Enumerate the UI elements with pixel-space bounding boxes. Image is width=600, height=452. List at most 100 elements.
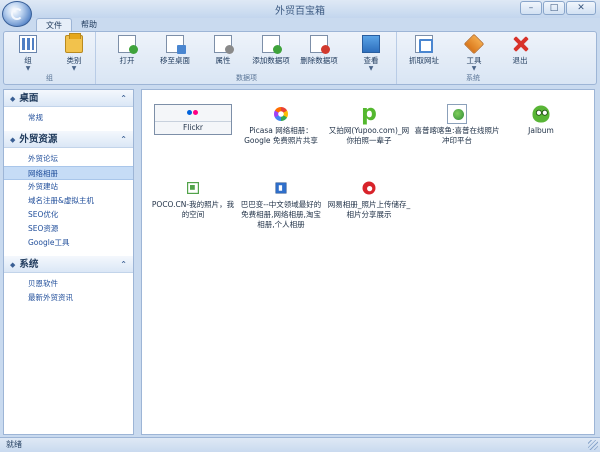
category-button-label: 类别 — [66, 56, 82, 65]
tools-button[interactable]: 工具 ▼ — [452, 33, 496, 72]
list-item-jalbum[interactable]: Jalbum — [498, 104, 584, 136]
category-icon — [65, 33, 83, 53]
group-label-system: 系统 — [466, 74, 480, 82]
category-button[interactable]: 类别 ▼ — [52, 33, 96, 72]
sidebar-item-general[interactable]: 常规 — [4, 111, 133, 125]
group-icon — [19, 35, 37, 53]
sidebar-item-web-albums[interactable]: 网络相册 — [4, 166, 133, 180]
jalbum-icon — [532, 105, 550, 123]
item-label: POCO.CN-我的照片，我的空间 — [151, 200, 235, 219]
add-item-button[interactable]: 添加数据项 — [249, 35, 293, 66]
bababian-icon — [275, 182, 287, 194]
title-bar: 外贸百宝箱 – □ ✕ — [0, 0, 600, 18]
tools-button-label: 工具 — [466, 56, 482, 65]
tab-help[interactable]: 帮助 — [72, 18, 106, 32]
sidebar-section-trade-resources[interactable]: ◆ 外贸资源 ⌃ — [4, 131, 133, 148]
item-label: 又拍网(Yupoo.com)_网你拍照一辈子 — [328, 126, 410, 145]
list-item-flickr[interactable]: Flickr — [154, 104, 232, 135]
main-content: Flickr Picasa 网络相册：Google 免费照片共享 p 又拍网(Y… — [141, 89, 595, 435]
picasa-icon — [274, 107, 288, 121]
view-button[interactable]: 查看 ▼ — [349, 35, 393, 72]
ribbon-group-group: 组 ▼ 类别 ▼ 组 — [4, 32, 96, 84]
list-item-yupoo[interactable]: p 又拍网(Yupoo.com)_网你拍照一辈子 — [326, 103, 412, 146]
fetch-url-icon — [415, 35, 433, 53]
move-to-desktop-label: 移至桌面 — [160, 56, 190, 65]
delete-item-label: 删除数据项 — [300, 56, 338, 65]
properties-label: 属性 — [215, 56, 231, 65]
group-button[interactable]: 组 ▼ — [6, 35, 50, 72]
section-items: 贝恩软件 最新外贸资讯 — [4, 273, 133, 311]
group-label-data-items: 数据项 — [236, 74, 257, 82]
fetch-url-button[interactable]: 抓取网址 — [402, 35, 446, 66]
delete-item-icon — [310, 35, 330, 54]
move-to-desktop-button[interactable]: 移至桌面 — [153, 35, 197, 66]
window-controls: – □ ✕ — [520, 1, 596, 15]
sidebar-item-forum[interactable]: 外贸论坛 — [4, 152, 133, 166]
properties-icon — [214, 35, 234, 54]
ribbon-group-data-items: 打开 移至桌面 属性 添加数据项 删除数据项 查看 ▼ 数据项 — [97, 32, 397, 84]
poco-icon — [187, 182, 199, 194]
ribbon: 组 ▼ 类别 ▼ 组 打开 移至桌面 属性 添加数据项 删除数据项 查看 ▼ 数… — [3, 31, 597, 85]
sidebar-item-seo[interactable]: SEO优化 — [4, 208, 133, 222]
properties-button[interactable]: 属性 — [201, 35, 245, 66]
photo-print-icon — [447, 104, 467, 124]
sidebar-item-domain-hosting[interactable]: 域名注册&虚拟主机 — [4, 194, 133, 208]
ribbon-group-system: 抓取网址 工具 ▼ 退出 系统 — [398, 32, 548, 84]
section-title: 系统 — [19, 259, 39, 270]
sidebar-section-desktop[interactable]: ◆ 桌面 ⌃ — [4, 90, 133, 107]
maximize-button[interactable]: □ — [543, 1, 565, 15]
list-item-netease[interactable]: 网易相册_照片上传储存_相片分享展示 — [326, 178, 412, 220]
group-label-group: 组 — [46, 74, 53, 82]
open-button[interactable]: 打开 — [105, 35, 149, 66]
sidebar-item-bein-software[interactable]: 贝恩软件 — [4, 277, 133, 291]
chevron-up-icon[interactable]: ⌃ — [120, 256, 127, 273]
chevron-down-icon: ▼ — [25, 65, 31, 72]
item-label: 巴巴变--中文领域最好的免费相册,网络相册,淘宝相册,个人相册 — [240, 200, 322, 229]
exit-button[interactable]: 退出 — [498, 35, 542, 66]
list-item-photo-print[interactable]: 喜普喀喀鱼:喜普在线照片冲印平台 — [414, 104, 500, 146]
exit-icon — [511, 35, 529, 53]
status-bar: 就绪 — [0, 437, 600, 452]
open-button-label: 打开 — [119, 56, 135, 65]
chevron-up-icon[interactable]: ⌃ — [120, 131, 127, 148]
sidebar-item-google-tools[interactable]: Google工具 — [4, 236, 133, 250]
sidebar-item-latest-news[interactable]: 最新外贸资讯 — [4, 291, 133, 305]
chevron-up-icon[interactable]: ⌃ — [120, 90, 127, 107]
minimize-button[interactable]: – — [520, 1, 542, 15]
sidebar-item-site-building[interactable]: 外贸建站 — [4, 180, 133, 194]
delete-item-button[interactable]: 删除数据项 — [297, 35, 341, 66]
diamond-icon: ◆ — [10, 95, 16, 103]
list-item-poco[interactable]: POCO.CN-我的照片，我的空间 — [150, 178, 236, 220]
ribbon-tabs: 文件 帮助 — [36, 18, 106, 32]
item-label: 网易相册_照片上传储存_相片分享展示 — [327, 200, 411, 219]
netease-icon — [362, 181, 376, 195]
list-item-picasa[interactable]: Picasa 网络相册：Google 免费照片共享 — [238, 104, 324, 146]
view-button-label: 查看 — [363, 56, 379, 65]
list-item-bababian[interactable]: 巴巴变--中文领域最好的免费相册,网络相册,淘宝相册,个人相册 — [238, 178, 324, 230]
window-title: 外贸百宝箱 — [275, 6, 325, 17]
app-menu-orb-icon[interactable] — [2, 1, 32, 27]
item-label: Flickr — [155, 121, 231, 134]
chevron-down-icon: ▼ — [471, 65, 477, 72]
move-to-desktop-icon — [166, 35, 186, 54]
section-items: 常规 — [4, 107, 133, 131]
add-item-label: 添加数据项 — [252, 56, 290, 65]
diamond-icon: ◆ — [10, 136, 16, 144]
group-button-label: 组 — [24, 56, 32, 65]
fetch-url-label: 抓取网址 — [409, 56, 439, 65]
add-item-icon — [262, 35, 282, 54]
section-title: 桌面 — [19, 93, 39, 104]
item-label: Jalbum — [528, 126, 554, 135]
sidebar-item-seo-resources[interactable]: SEO资源 — [4, 222, 133, 236]
view-icon — [362, 35, 380, 53]
status-text: 就绪 — [6, 440, 22, 449]
open-icon — [118, 35, 138, 54]
resize-grip-icon[interactable] — [588, 440, 598, 450]
close-button[interactable]: ✕ — [566, 1, 596, 15]
tab-file[interactable]: 文件 — [36, 18, 72, 32]
section-items: 外贸论坛 网络相册 外贸建站 域名注册&虚拟主机 SEO优化 SEO资源 Goo… — [4, 148, 133, 256]
item-label: 喜普喀喀鱼:喜普在线照片冲印平台 — [414, 126, 500, 145]
sidebar-section-system[interactable]: ◆ 系统 ⌃ — [4, 256, 133, 273]
chevron-down-icon: ▼ — [71, 65, 77, 72]
sidebar: ◆ 桌面 ⌃ 常规 ◆ 外贸资源 ⌃ 外贸论坛 网络相册 外贸建站 域名注册&虚拟主… — [3, 89, 134, 435]
